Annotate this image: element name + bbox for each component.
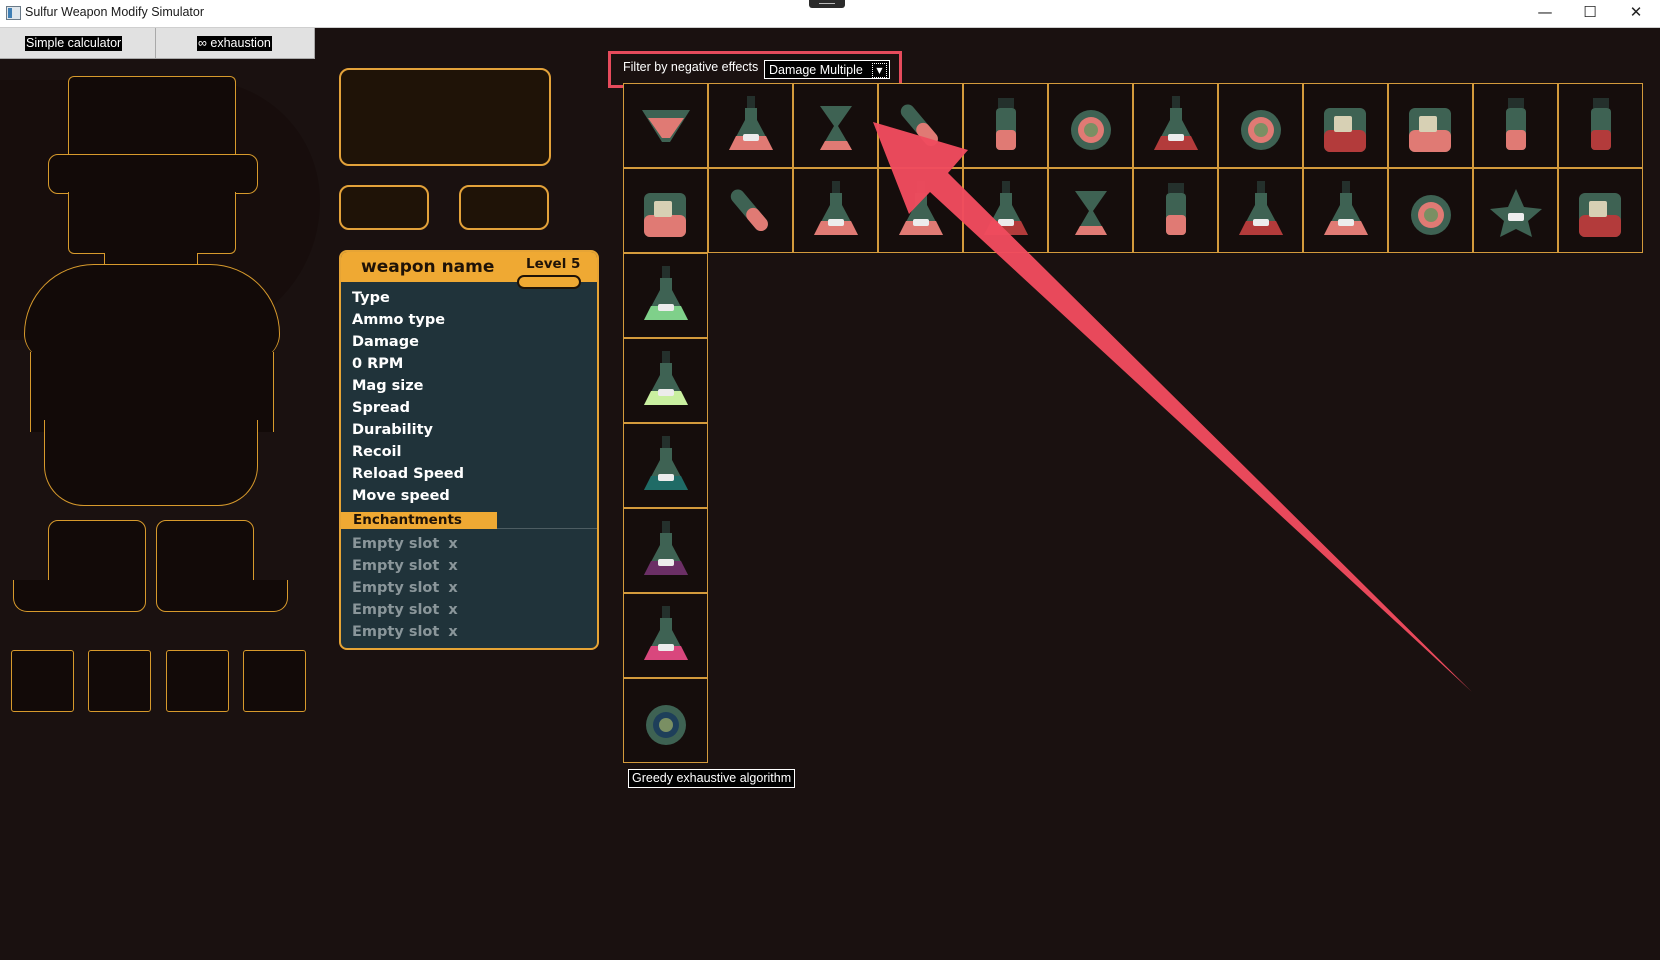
annotation-arrow — [873, 122, 1472, 692]
arrow-shape — [873, 122, 1472, 692]
